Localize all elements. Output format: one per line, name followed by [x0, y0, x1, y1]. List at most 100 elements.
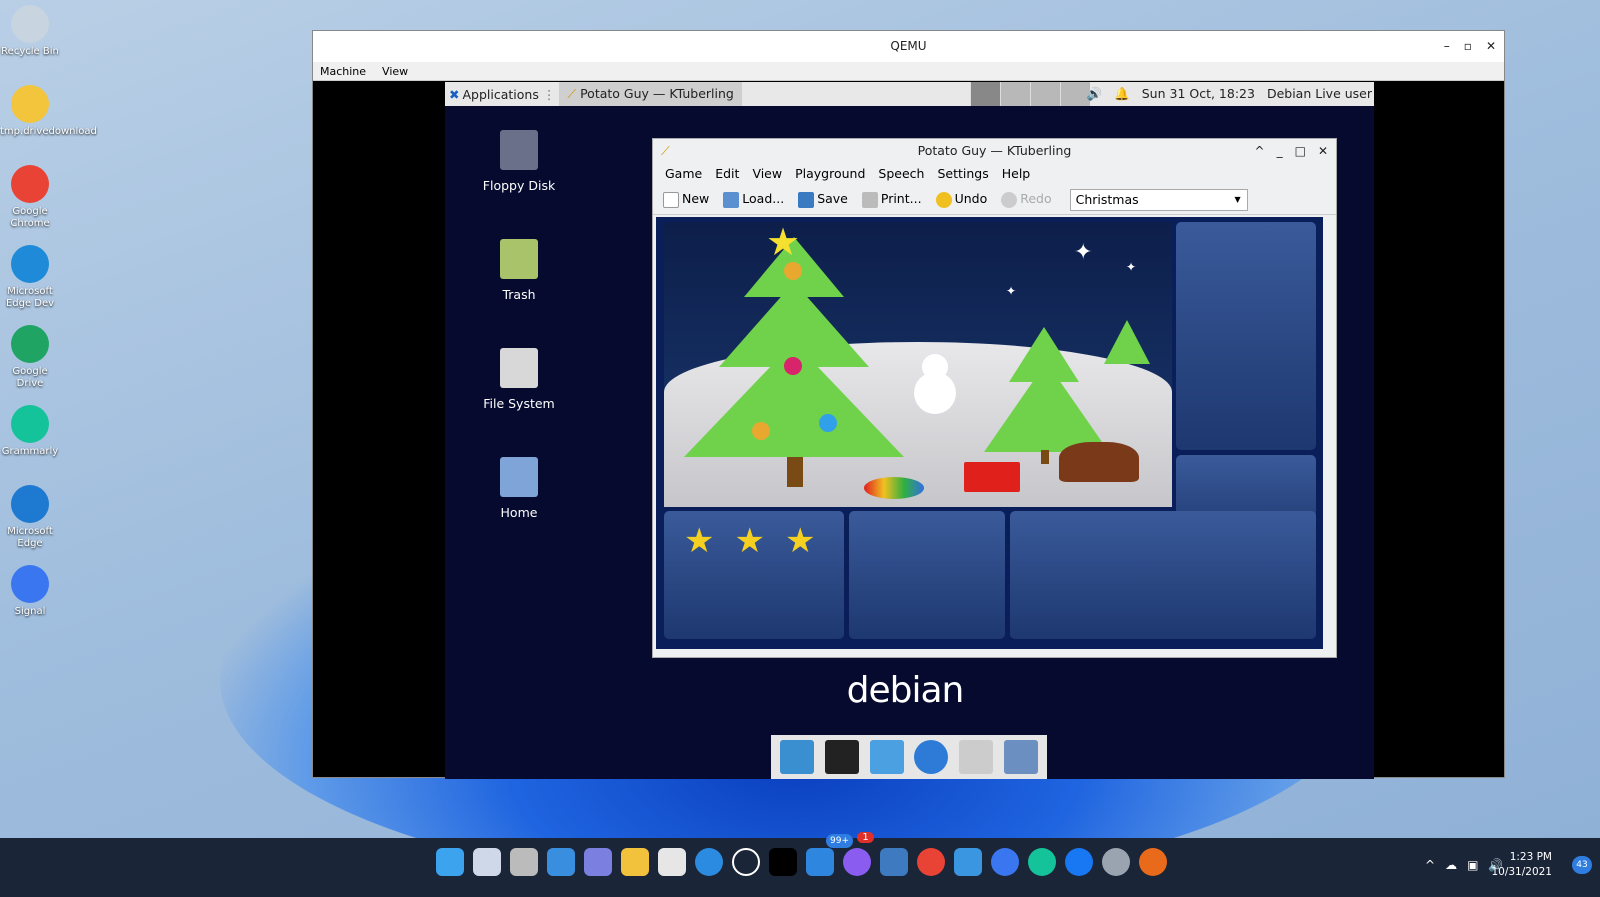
volume-icon[interactable]: 🔊 [1087, 82, 1103, 106]
save-button[interactable]: Save [798, 191, 848, 208]
guest-top-panel: ✖ Applications ⋮ ⟋ Potato Guy — KTuberlin… [445, 82, 1374, 106]
taskbar-item-ktuberling[interactable]: ⟋ Potato Guy — KTuberling [559, 82, 742, 106]
menu-settings[interactable]: Settings [937, 163, 988, 185]
windows-taskbar: 99+ 1 ^ ☁ ▣ 🔊 1:23 PM 10/31/2021 43 [0, 832, 1600, 897]
desktop-icon[interactable]: Google Chrome [0, 165, 60, 230]
save-icon [798, 191, 815, 208]
guest-desktop-icon[interactable]: Home [469, 457, 569, 520]
desktop-icon[interactable]: Grammarly [0, 405, 60, 458]
qemu-titlebar: QEMU – ▫ ✕ [313, 31, 1504, 62]
new-icon [663, 191, 679, 208]
bell-icon[interactable]: 🔔 [1114, 82, 1130, 106]
menu-playground[interactable]: Playground [795, 163, 865, 185]
load-button[interactable]: Load... [723, 191, 784, 208]
close-button[interactable]: ✕ [1486, 31, 1496, 62]
taskbar-terminal-icon[interactable] [769, 848, 797, 876]
star-sparkle: ✦ [1074, 240, 1093, 265]
mail-badge: 99+ [826, 834, 853, 848]
desktop-icon[interactable]: Google Drive [0, 325, 60, 390]
onedrive-icon[interactable]: ☁ [1445, 858, 1457, 872]
icon [500, 130, 538, 170]
taskbar-teams-chat-icon[interactable] [584, 848, 612, 876]
print-button[interactable]: Print... [861, 191, 922, 208]
dock-files-icon[interactable] [869, 740, 904, 774]
chevron-down-icon: ▼ [1234, 194, 1241, 204]
window-title: Potato Guy — KTuberling [917, 143, 1072, 158]
taskbar-mail-icon[interactable] [806, 848, 834, 876]
folder-open-icon [723, 191, 740, 208]
dock-folder-icon[interactable] [1003, 740, 1038, 774]
network-icon[interactable]: ▣ [1467, 858, 1478, 872]
guest-desktop-icon[interactable]: Floppy Disk [469, 130, 569, 193]
menu-view[interactable]: View [752, 163, 782, 185]
stamp-panel-stars[interactable]: ★★★ [664, 511, 844, 639]
taskbar-facebook-icon[interactable] [1065, 848, 1093, 876]
redo-button[interactable]: Redo [1001, 191, 1052, 208]
taskbar-chrome-icon[interactable] [917, 848, 945, 876]
dock-terminal-icon[interactable] [824, 740, 859, 774]
taskbar-people-icon[interactable] [954, 848, 982, 876]
taskbar-grammarly-icon[interactable] [1028, 848, 1056, 876]
menu-view[interactable]: View [382, 62, 408, 80]
scene-canvas[interactable]: ✦ ✦ ✦ ★ [664, 222, 1172, 507]
taskbar-settings-icon[interactable] [1102, 848, 1130, 876]
desktop-icon[interactable]: Signal [0, 565, 60, 618]
icon [500, 457, 538, 497]
undo-button[interactable]: Undo [935, 191, 987, 208]
applications-menu[interactable]: Applications [462, 87, 538, 102]
menu-edit[interactable]: Edit [715, 163, 739, 185]
app-icon [11, 245, 49, 283]
desktop-icon[interactable]: tmp.drivedownload [0, 85, 97, 138]
guest-screen: ✖ Applications ⋮ ⟋ Potato Guy — KTuberlin… [445, 82, 1374, 779]
taskbar-search-icon[interactable] [473, 848, 501, 876]
workspace-switcher[interactable] [970, 82, 1090, 106]
taskbar-widgets-icon[interactable] [547, 848, 575, 876]
close-button[interactable]: ✕ [1318, 139, 1328, 163]
notification-badge[interactable]: 43 [1572, 856, 1592, 874]
dock-desktop-icon[interactable] [780, 740, 815, 774]
taskbar-file-explorer-icon[interactable] [621, 848, 649, 876]
app-icon [11, 565, 49, 603]
taskbar-messenger-icon[interactable] [843, 848, 871, 876]
dock-browser-icon[interactable] [914, 740, 949, 774]
maximize-button[interactable]: □ [1295, 139, 1306, 163]
new-button[interactable]: New [663, 191, 709, 208]
system-clock[interactable]: 1:23 PM 10/31/2021 [1491, 850, 1552, 880]
stamp-panel-gifts[interactable] [1176, 222, 1316, 450]
chevron-up-icon[interactable]: ^ [1425, 858, 1435, 872]
taskbar-signal-icon[interactable] [991, 848, 1019, 876]
menu-game[interactable]: Game [665, 163, 702, 185]
app-icon [11, 485, 49, 523]
maximize-button[interactable]: ▫ [1464, 31, 1472, 62]
dock-search-icon[interactable] [958, 740, 993, 774]
clock[interactable]: Sun 31 Oct, 18:23 [1142, 82, 1255, 106]
stamp-panel-decorations[interactable] [849, 511, 1005, 639]
minimize-button[interactable]: – [1444, 31, 1450, 62]
menu-speech[interactable]: Speech [878, 163, 924, 185]
taskbar-qemu-icon[interactable] [1139, 848, 1167, 876]
taskbar-dell-icon[interactable] [732, 848, 760, 876]
taskbar-remote-desktop-icon[interactable] [880, 848, 908, 876]
qemu-window: QEMU – ▫ ✕ Machine View ✖ Applications ⋮ ⟋ P… [312, 30, 1505, 779]
minimize-button[interactable]: _ [1277, 139, 1283, 163]
app-icon: ⟋ [661, 143, 670, 158]
guest-desktop-icon[interactable]: Trash [469, 239, 569, 302]
keep-above-button[interactable]: ^ [1255, 139, 1265, 163]
user-menu[interactable]: Debian Live user [1267, 82, 1372, 106]
icon [500, 239, 538, 279]
desktop-icon[interactable]: Recycle Bin [0, 5, 60, 58]
taskbar-start-icon[interactable] [436, 848, 464, 876]
taskbar-store-icon[interactable] [658, 848, 686, 876]
menu-machine[interactable]: Machine [320, 62, 366, 80]
debian-logo: debian [846, 670, 965, 711]
app-icon [11, 85, 49, 123]
menu-help[interactable]: Help [1002, 163, 1031, 185]
playground-select[interactable]: Christmas ▼ [1069, 188, 1248, 211]
desktop-icon[interactable]: Microsoft Edge [0, 485, 60, 550]
desktop-icon[interactable]: Microsoft Edge Dev [0, 245, 60, 310]
task-label: Potato Guy — KTuberling [580, 86, 734, 101]
taskbar-task-view-icon[interactable] [510, 848, 538, 876]
guest-desktop-icon[interactable]: File System [469, 348, 569, 411]
taskbar-edge-dev-icon[interactable] [695, 848, 723, 876]
stamp-panel-characters[interactable] [1010, 511, 1316, 639]
